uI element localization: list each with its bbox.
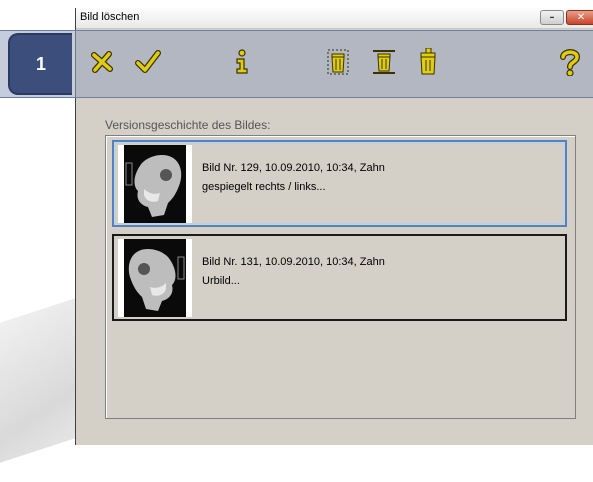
xray-thumbnail <box>118 239 192 317</box>
history-entry[interactable]: Bild Nr. 129, 10.09.2010, 10:34, Zahn ge… <box>112 140 567 227</box>
entry-title: Bild Nr. 129, 10.09.2010, 10:34, Zahn <box>202 162 385 174</box>
help-icon <box>560 49 581 76</box>
info-button[interactable] <box>228 48 256 76</box>
delete-all-button[interactable] <box>414 48 442 76</box>
window-title: Bild löschen <box>80 11 140 23</box>
minimize-button[interactable]: – <box>540 10 564 25</box>
entry-description: gespiegelt rechts / links... <box>202 181 326 193</box>
delete-selected-button[interactable] <box>370 48 398 76</box>
version-history-list[interactable]: Bild Nr. 129, 10.09.2010, 10:34, Zahn ge… <box>105 135 576 419</box>
delete-trash-icon <box>327 49 349 75</box>
close-icon: ✕ <box>576 12 586 23</box>
xray-thumbnail <box>118 145 192 223</box>
confirm-button[interactable] <box>134 48 162 76</box>
confirm-check-icon <box>135 50 161 73</box>
callout-badge: 1 <box>8 33 72 95</box>
entry-description: Urbild... <box>202 275 240 287</box>
cancel-x-icon <box>91 51 113 73</box>
history-label: Versionsgeschichte des Bildes: <box>105 118 271 132</box>
cancel-button[interactable] <box>88 48 116 76</box>
history-entry[interactable]: Bild Nr. 131, 10.09.2010, 10:34, Zahn Ur… <box>112 234 567 321</box>
help-button[interactable] <box>556 48 584 76</box>
info-icon <box>236 49 248 74</box>
title-bar: Bild löschen – ✕ <box>76 8 593 29</box>
delete-all-trash-icon <box>420 48 436 75</box>
delete-selected-trash-icon <box>373 50 395 74</box>
delete-button[interactable] <box>324 48 352 76</box>
entry-title: Bild Nr. 131, 10.09.2010, 10:34, Zahn <box>202 256 385 268</box>
close-button[interactable]: ✕ <box>566 10 593 25</box>
minimize-icon: – <box>549 12 555 23</box>
